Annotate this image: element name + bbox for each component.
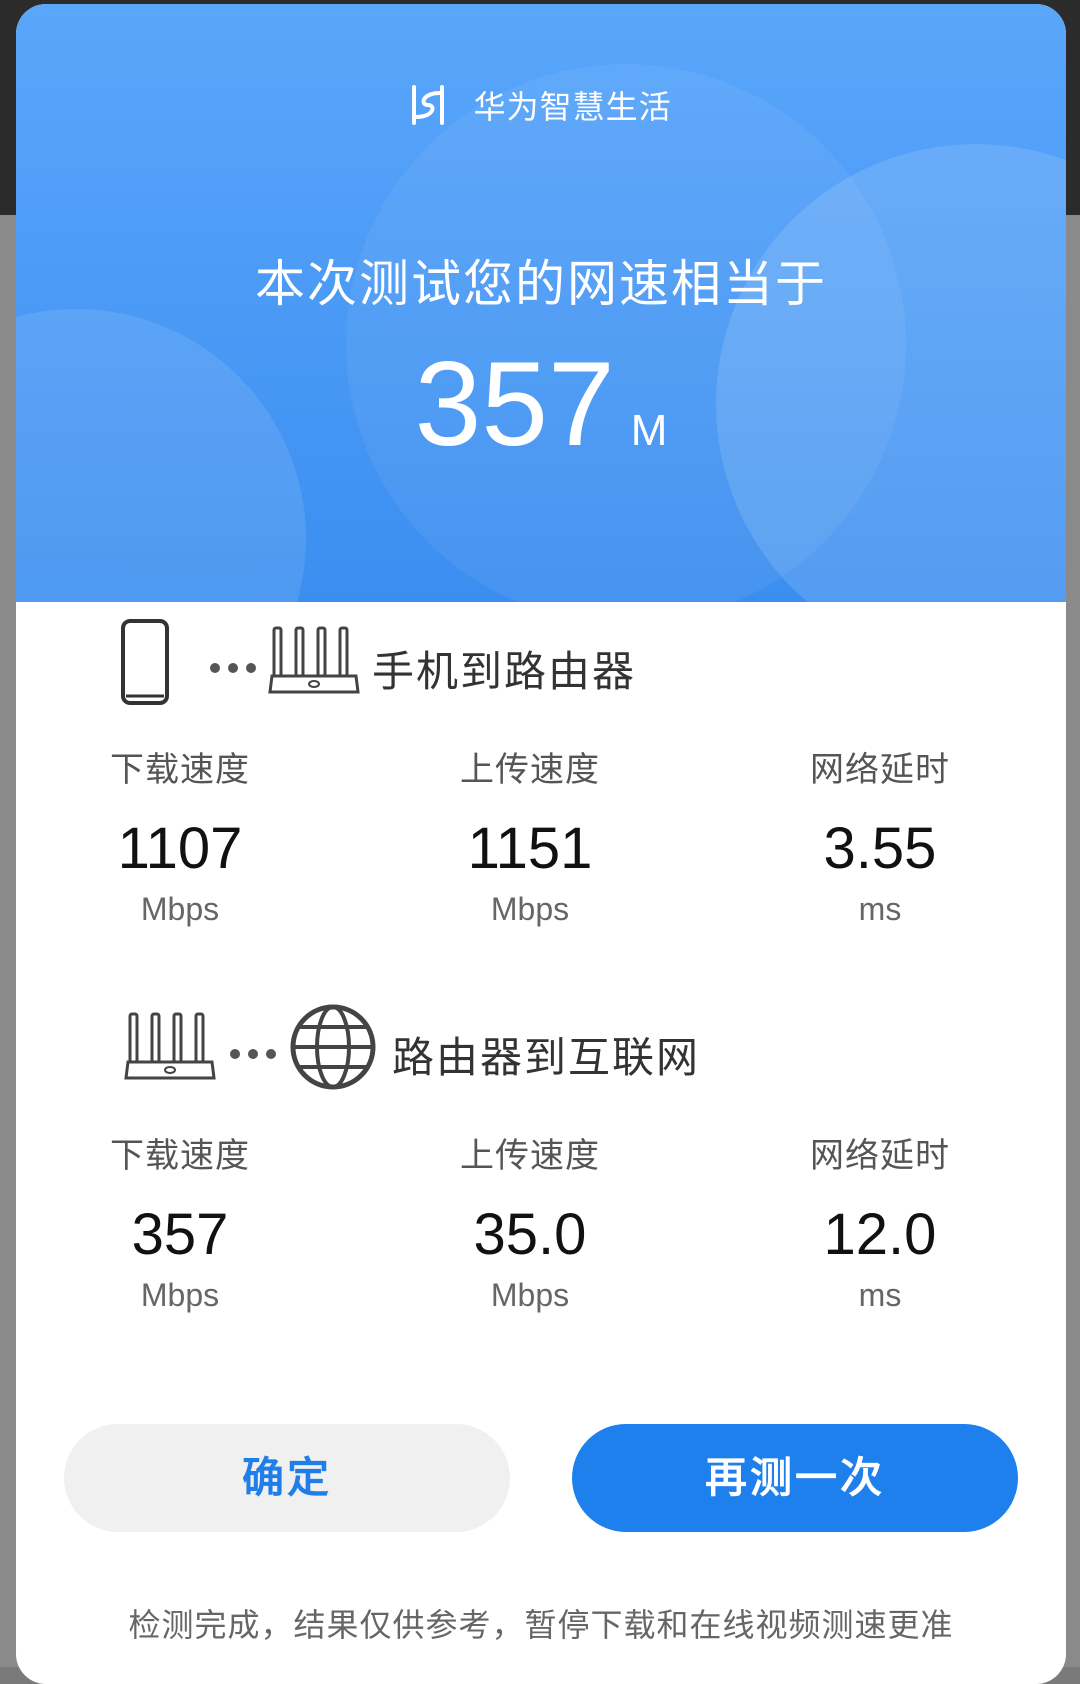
metric-unit: Mbps [490, 891, 570, 927]
overall-speed-value: 357 [414, 337, 615, 471]
decor-bubble [346, 64, 906, 602]
metric-latency: 网络延时 12.0 ms [740, 1128, 1020, 1314]
metric-unit: Mbps [140, 1277, 220, 1313]
metric-unit: ms [858, 1277, 902, 1313]
section-title: 手机到路由器 [372, 647, 637, 696]
metric-label: 网络延时 [810, 1136, 950, 1176]
metric-unit: ms [858, 891, 902, 927]
router-icon [124, 1012, 216, 1080]
speed-test-result-dialog: 华为智慧生活 本次测试您的网速相当于 357 M 手机到路由器 下载速度 110… [16, 4, 1066, 1684]
metric-upload: 上传速度 35.0 Mbps [390, 1128, 670, 1314]
connection-dots-icon [230, 1044, 284, 1059]
metric-label: 网络延时 [810, 750, 950, 790]
phone-icon [121, 619, 169, 705]
globe-icon [290, 1004, 376, 1090]
metric-value: 1107 [117, 816, 243, 881]
section-header: 手机到路由器 [16, 612, 1066, 712]
brand-name: 华为智慧生活 [473, 88, 672, 126]
metric-unit: Mbps [140, 891, 220, 927]
metric-download: 下载速度 357 Mbps [40, 1128, 320, 1314]
metric-value: 3.55 [823, 816, 937, 881]
metric-value: 1151 [467, 816, 593, 881]
overall-speed-unit: M [630, 406, 668, 455]
result-footnote: 检测完成，结果仅供参考，暂停下载和在线视频测速更准 [128, 1606, 954, 1644]
result-header: 华为智慧生活 本次测试您的网速相当于 357 M [16, 4, 1066, 602]
metric-label: 下载速度 [110, 750, 250, 790]
result-headline: 本次测试您的网速相当于 [255, 255, 827, 313]
metric-unit: Mbps [490, 1277, 570, 1313]
metric-value: 357 [131, 1202, 229, 1267]
section-title: 路由器到互联网 [392, 1033, 701, 1082]
metric-download: 下载速度 1107 Mbps [40, 742, 320, 928]
connection-dots-icon [210, 658, 264, 673]
section-header: 路由器到互联网 [16, 998, 1066, 1098]
metric-label: 上传速度 [460, 750, 600, 790]
metric-label: 上传速度 [460, 1136, 600, 1176]
metric-latency: 网络延时 3.55 ms [740, 742, 1020, 928]
confirm-button[interactable]: 确定 [64, 1424, 510, 1532]
metric-upload: 上传速度 1151 Mbps [390, 742, 670, 928]
brand: 华为智慧生活 [16, 82, 1066, 128]
router-icon [268, 626, 360, 694]
metric-value: 35.0 [473, 1202, 587, 1267]
metric-value: 12.0 [823, 1202, 937, 1267]
metric-label: 下载速度 [110, 1136, 250, 1176]
huawei-ai-life-logo-icon [412, 85, 445, 125]
overall-speed: 357 M [16, 344, 1066, 464]
retest-button[interactable]: 再测一次 [572, 1424, 1018, 1532]
